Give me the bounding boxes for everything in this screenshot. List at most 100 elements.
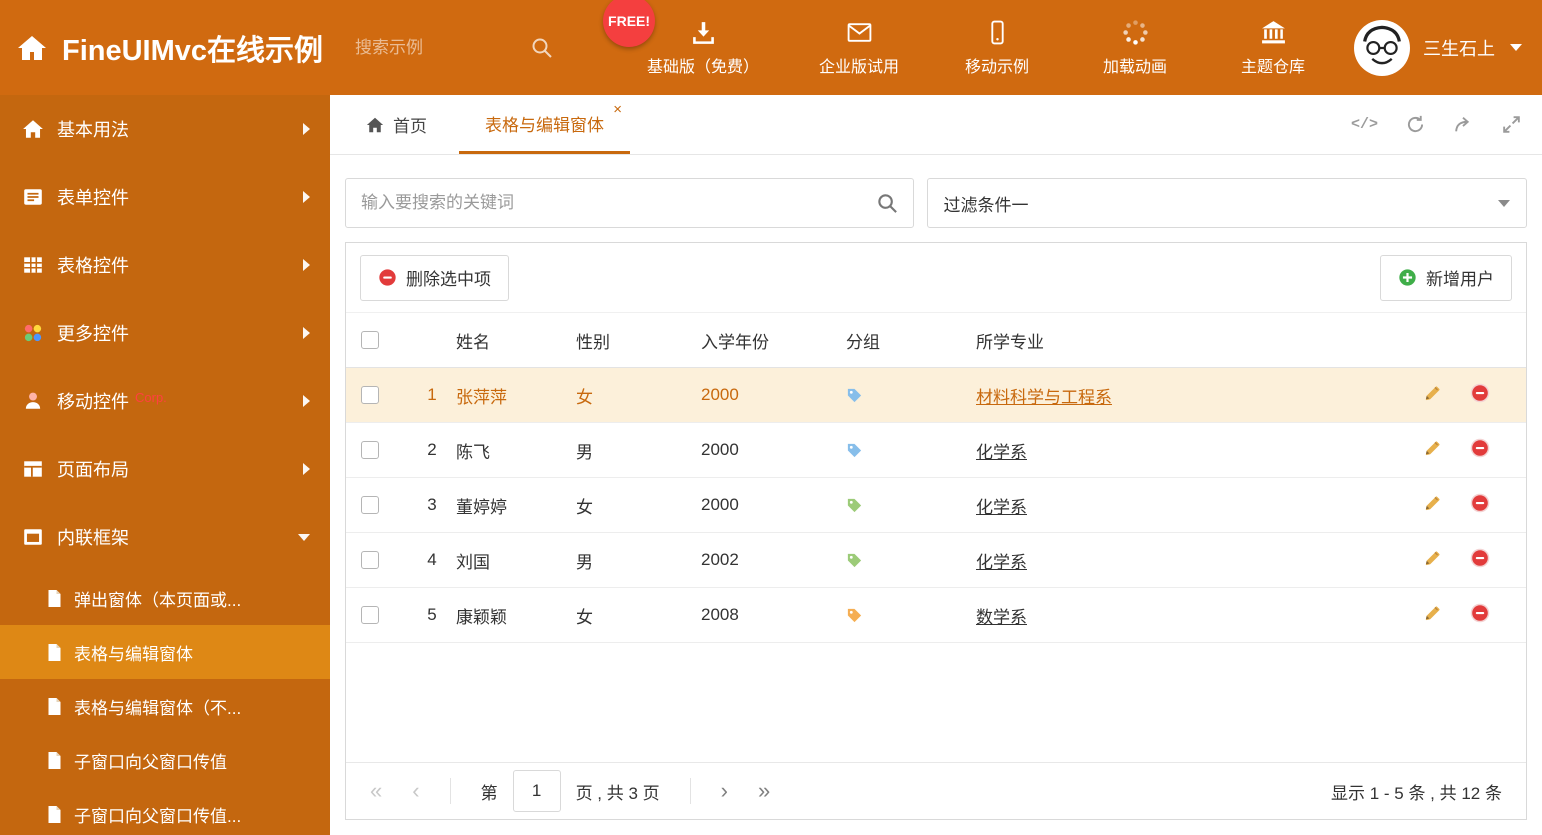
sidebar-item-more-controls[interactable]: 更多控件: [0, 299, 330, 367]
nav-mobile-demo[interactable]: 移动示例: [949, 19, 1045, 77]
table-row[interactable]: 2 陈飞 男 2000 化学系: [346, 423, 1526, 478]
edit-icon[interactable]: [1423, 383, 1442, 407]
person-icon: [25, 392, 41, 409]
add-user-button[interactable]: 新增用户: [1380, 254, 1512, 301]
major-link[interactable]: 材料科学与工程系: [976, 388, 1112, 407]
column-header-group[interactable]: 分组: [846, 328, 976, 353]
sidebar-item-basic-usage[interactable]: 基本用法: [0, 95, 330, 163]
major-link[interactable]: 化学系: [976, 498, 1027, 517]
expand-icon[interactable]: [1501, 114, 1522, 135]
chevron-right-icon: [303, 327, 310, 339]
sidebar-submenu: 弹出窗体（本页面或... 表格与编辑窗体 表格与编辑窗体（不... 子窗口向父窗…: [0, 571, 330, 835]
minus-circle-icon: [379, 269, 396, 286]
edit-icon[interactable]: [1423, 603, 1442, 627]
table-row[interactable]: 4 刘国 男 2002 化学系: [346, 533, 1526, 588]
source-code-icon[interactable]: </>: [1351, 116, 1378, 133]
tab-grid-edit-window[interactable]: 表格与编辑窗体 ×: [459, 95, 630, 154]
edit-icon[interactable]: [1423, 493, 1442, 517]
spinner-icon: [1122, 19, 1148, 45]
top-nav: FREE! 基础版（免费） 企业版试用 移动示例 加载动画 主题仓库: [603, 0, 1321, 77]
filter-dropdown-value: 过滤条件一: [943, 195, 1029, 215]
nav-enterprise-trial[interactable]: 企业版试用: [811, 19, 907, 77]
column-header-gender[interactable]: 性别: [576, 328, 701, 353]
row-checkbox[interactable]: [361, 496, 379, 514]
row-checkbox[interactable]: [361, 606, 379, 624]
nav-loading-animation[interactable]: 加载动画: [1087, 19, 1183, 77]
delete-icon[interactable]: [1470, 603, 1490, 628]
column-header-year[interactable]: 入学年份: [701, 328, 846, 353]
sidebar-subitem-grid-edit-window-2[interactable]: 表格与编辑窗体（不...: [0, 679, 330, 733]
sidebar-subitem-child-to-parent[interactable]: 子窗口向父窗口传值: [0, 733, 330, 787]
header-search: [355, 36, 565, 60]
tab-tools: </>: [1351, 95, 1542, 154]
user-menu[interactable]: 三生石上: [1354, 19, 1522, 76]
page-input[interactable]: [512, 770, 561, 812]
edit-icon[interactable]: [1423, 438, 1442, 462]
page-prefix-label: 第: [480, 783, 498, 803]
chevron-right-icon: [303, 259, 310, 271]
refresh-icon[interactable]: [1405, 114, 1426, 135]
first-page-icon[interactable]: «: [370, 780, 382, 802]
major-link[interactable]: 数学系: [976, 608, 1027, 627]
pagination-bar: « ‹ 第 页 , 共 3 页 › » 显示 1 - 5 条 , 共 12 条: [346, 762, 1526, 819]
row-checkbox[interactable]: [361, 386, 379, 404]
delete-icon[interactable]: [1470, 548, 1490, 573]
sidebar-subitem-popup-window[interactable]: 弹出窗体（本页面或...: [0, 571, 330, 625]
search-icon[interactable]: [876, 192, 899, 215]
chevron-right-icon: [303, 123, 310, 135]
nav-label: 基础版（免费）: [647, 58, 760, 76]
chevron-right-icon: [303, 395, 310, 407]
previous-page-icon[interactable]: ‹: [412, 780, 419, 802]
sidebar-item-iframe[interactable]: 内联框架: [0, 503, 330, 571]
nav-basic-edition[interactable]: FREE! 基础版（免费）: [603, 0, 769, 77]
corp-badge: Corp.: [135, 389, 167, 405]
sidebar-item-form-controls[interactable]: 表单控件: [0, 163, 330, 231]
major-link[interactable]: 化学系: [976, 443, 1027, 462]
header-search-input[interactable]: [355, 37, 521, 58]
delete-icon[interactable]: [1470, 493, 1490, 518]
share-icon[interactable]: [1453, 114, 1474, 135]
tab-home[interactable]: 首页: [350, 95, 443, 154]
brand[interactable]: FineUIMvc在线示例: [16, 27, 323, 69]
row-checkbox[interactable]: [361, 551, 379, 569]
delete-selected-button[interactable]: 删除选中项: [360, 254, 509, 301]
plus-circle-icon: [1399, 269, 1416, 286]
edit-icon[interactable]: [1423, 548, 1442, 572]
sidebar-subitem-child-to-parent-2[interactable]: 子窗口向父窗口传值...: [0, 787, 330, 835]
main-content: 首页 表格与编辑窗体 × </> 过滤条件一: [330, 95, 1542, 835]
nav-label: 主题仓库: [1241, 58, 1306, 76]
table-empty-space: [346, 643, 1526, 762]
last-page-icon[interactable]: »: [758, 780, 770, 802]
major-link[interactable]: 化学系: [976, 553, 1027, 572]
tab-bar: 首页 表格与编辑窗体 × </>: [330, 95, 1542, 155]
keyword-search-input[interactable]: [346, 179, 913, 227]
record-count-summary: 显示 1 - 5 条 , 共 12 条: [1331, 783, 1502, 803]
column-header-major[interactable]: 所学专业: [976, 328, 1414, 353]
layout-icon: [24, 461, 42, 477]
table-row[interactable]: 5 康颖颖 女 2008 数学系: [346, 588, 1526, 643]
file-icon: [48, 643, 61, 661]
sidebar-item-mobile-controls[interactable]: 移动控件 Corp.: [0, 367, 330, 435]
delete-icon[interactable]: [1470, 383, 1490, 408]
search-icon[interactable]: [530, 36, 554, 60]
sidebar-subitem-grid-edit-window[interactable]: 表格与编辑窗体: [0, 625, 330, 679]
sidebar-item-grid-controls[interactable]: 表格控件: [0, 231, 330, 299]
file-icon: [48, 697, 61, 715]
select-all-checkbox[interactable]: [361, 331, 379, 349]
row-checkbox[interactable]: [361, 441, 379, 459]
sidebar-item-page-layout[interactable]: 页面布局: [0, 435, 330, 503]
top-header: FineUIMvc在线示例 FREE! 基础版（免费） 企业版试用 移动示例 加…: [0, 0, 1542, 95]
app-title: FineUIMvc在线示例: [62, 34, 324, 67]
filter-dropdown[interactable]: 过滤条件一: [926, 178, 1527, 228]
next-page-icon[interactable]: ›: [721, 780, 728, 802]
delete-icon[interactable]: [1470, 438, 1490, 463]
table-row[interactable]: 1 张萍萍 女 2000 材料科学与工程系: [346, 368, 1526, 423]
user-avatar[interactable]: [1354, 19, 1410, 76]
divider: [449, 778, 451, 804]
chevron-right-icon: [303, 191, 310, 203]
nav-theme-store[interactable]: 主题仓库: [1225, 19, 1321, 77]
home-icon: [366, 117, 384, 132]
column-header-name[interactable]: 姓名: [456, 328, 576, 353]
table-row[interactable]: 3 董婷婷 女 2000 化学系: [346, 478, 1526, 533]
close-icon[interactable]: ×: [613, 102, 622, 117]
